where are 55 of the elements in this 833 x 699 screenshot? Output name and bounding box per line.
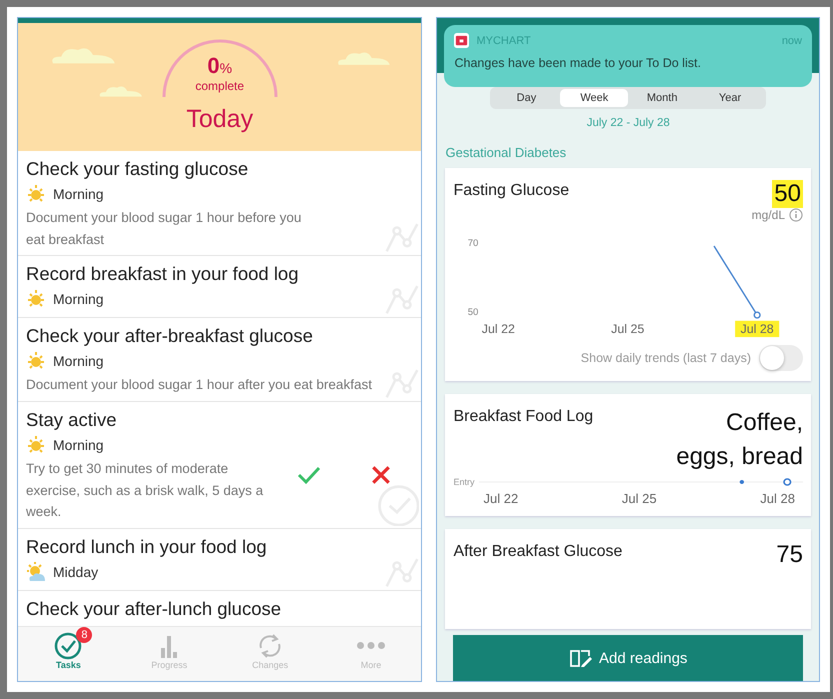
task-description: Document your blood sugar 1 hour before you eat breakfast — [26, 209, 302, 249]
range-tab[interactable]: Day — [492, 89, 560, 107]
date-label: Jul 25 — [622, 491, 657, 506]
section-heading: Gestational Diabetes — [445, 145, 568, 160]
check-circle-icon — [54, 632, 82, 660]
y-tick-label: 70 — [468, 238, 479, 250]
today-heading: Today — [186, 105, 254, 134]
range-tab[interactable]: Month — [628, 89, 696, 107]
more-dots-icon — [357, 642, 385, 649]
x-tick-label: Jul 22 — [482, 322, 516, 336]
toggle-label: Show daily trends (last 7 days) — [580, 351, 751, 365]
task-description: Document your blood sugar 1 hour after you eat breakfast — [26, 376, 372, 394]
date-label: Jul 28 — [760, 491, 795, 506]
card-title: After Breakfast Glucose — [453, 543, 622, 562]
time-of-day: Morning — [53, 353, 104, 370]
percent-complete: 0% — [207, 55, 232, 77]
tab-bar-item[interactable]: 8 Tasks — [28, 627, 108, 681]
date-label: Jul 22 — [483, 491, 518, 506]
app-icon — [454, 33, 470, 48]
task-title[interactable]: Check your after-breakfast glucose — [26, 324, 414, 348]
book-pencil-icon — [569, 648, 594, 668]
task-title[interactable]: Record lunch in your food log — [26, 534, 414, 559]
complete-label: complete — [195, 79, 244, 93]
task-description: Try to get 30 minutes of moderate exercise, such as a brisk walk, 5 days a week. — [26, 460, 264, 522]
food-entry-value: Coffee, eggs, bread — [675, 408, 803, 472]
info-icon[interactable] — [789, 208, 803, 222]
range-tab[interactable]: Year — [696, 89, 764, 107]
task-title[interactable]: Stay active — [26, 408, 414, 432]
y-tick-label: 50 — [468, 307, 479, 318]
time-of-day: Midday — [53, 564, 98, 580]
add-readings-button[interactable]: Add readings — [453, 635, 803, 681]
sun-icon — [26, 351, 46, 372]
date-range: July 22 - July 28 — [586, 117, 671, 129]
range-tab[interactable]: Week — [560, 89, 628, 107]
task-title[interactable]: Check your fasting glucose — [26, 157, 414, 182]
sun-icon — [26, 289, 46, 310]
row-label: Entry — [453, 477, 474, 488]
sun-icon — [26, 184, 46, 204]
unit-label: mg/dL — [752, 208, 785, 222]
count-badge: 8 — [76, 627, 92, 643]
sun-icon — [26, 434, 46, 455]
x-tick-label: Jul 28 — [741, 322, 774, 336]
task-title[interactable]: Record breakfast in your food log — [26, 262, 414, 286]
card-title: Fasting Glucose — [453, 182, 570, 200]
task-title[interactable]: Check your after-lunch glucose — [26, 596, 414, 621]
time-of-day: Morning — [53, 186, 104, 202]
reading-value: 75 — [776, 541, 803, 570]
x-tick-label: Jul 25 — [612, 322, 645, 336]
sun-cloud-icon — [26, 562, 46, 582]
notification-message: Changes have been made to your To Do list. — [454, 56, 702, 70]
toggle-switch[interactable] — [759, 345, 803, 371]
card-title: Breakfast Food Log — [453, 408, 594, 426]
reading-value: 50 — [772, 180, 803, 208]
time-of-day: Morning — [53, 291, 104, 308]
time-of-day: Morning — [53, 436, 104, 453]
